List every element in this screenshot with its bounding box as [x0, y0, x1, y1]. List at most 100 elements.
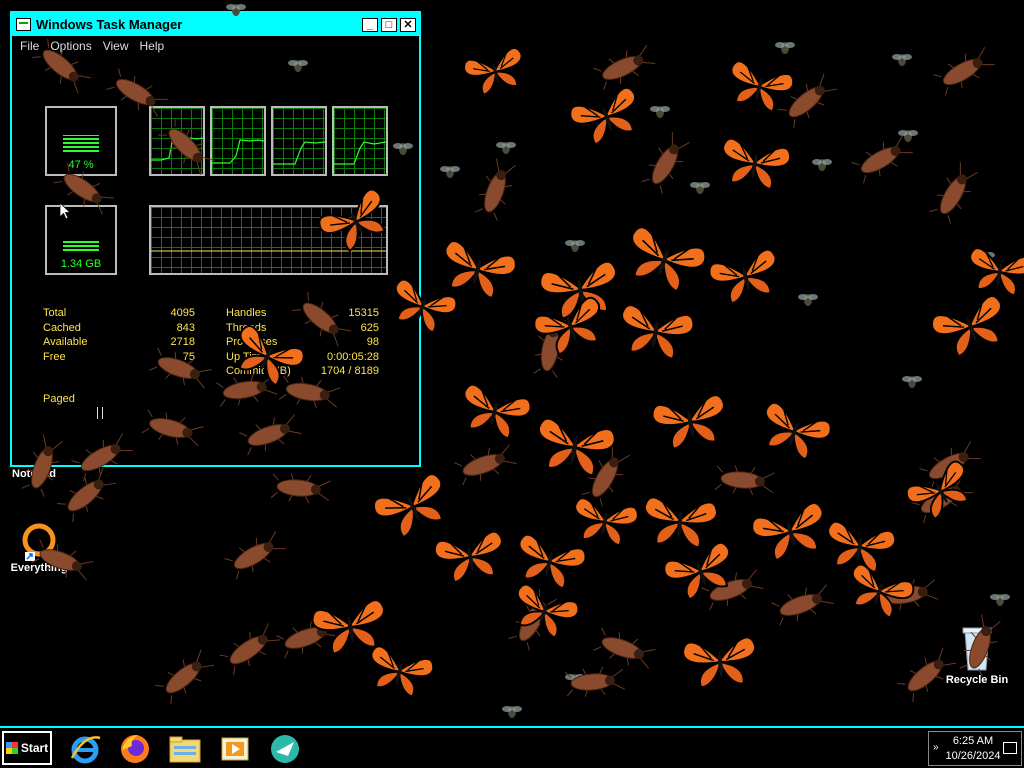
close-button[interactable]: ✕ — [400, 17, 416, 32]
task-manager-window[interactable]: Windows Task Manager _ □ ✕ File Options … — [10, 11, 421, 467]
stat-uptime-value: 0:00:05:28 — [327, 351, 379, 363]
butterfly-decoration — [433, 530, 503, 584]
butterfly-decoration — [681, 636, 757, 689]
stat-available-label: Available — [43, 336, 88, 348]
butterfly-decoration — [651, 394, 725, 451]
start-button[interactable]: Start — [2, 731, 52, 765]
fly-decoration — [902, 376, 922, 388]
maximize-button[interactable]: □ — [381, 17, 397, 32]
clock-date: 10/26/2024 — [945, 750, 1001, 762]
cpu-usage-bars — [63, 114, 99, 154]
fly-decoration — [496, 142, 516, 154]
cockroach-decoration — [508, 589, 557, 651]
desktop-icon-notepad[interactable]: Notepad — [4, 468, 64, 480]
fly-decoration — [690, 182, 710, 194]
cpu-history-graph-2 — [210, 106, 266, 176]
clock-time: 6:25 AM — [952, 735, 994, 747]
stat-available-value: 2718 — [170, 336, 195, 348]
mouse-cursor — [60, 203, 72, 220]
stat-threads-value: 625 — [360, 322, 379, 334]
cockroach-decoration — [270, 473, 331, 504]
butterfly-decoration — [663, 541, 731, 601]
fly-decoration — [892, 54, 912, 66]
desktop-icon-everything[interactable]: Everything — [6, 522, 72, 574]
cockroach-decoration — [533, 316, 567, 378]
file-explorer-icon[interactable] — [168, 732, 202, 766]
cpu-history-graph-3 — [271, 106, 327, 176]
butterfly-decoration — [538, 260, 618, 320]
desktop-icon-recycle-bin[interactable]: Recycle Bin — [940, 624, 1014, 686]
cockroach-decoration — [701, 569, 764, 611]
cockroach-decoration — [877, 578, 939, 612]
fly-decoration — [798, 294, 818, 306]
cockroach-decoration — [454, 444, 517, 486]
stat-processes-value: 98 — [366, 336, 379, 348]
title-bar[interactable]: Windows Task Manager _ □ ✕ — [12, 13, 419, 36]
butterfly-decoration — [311, 599, 385, 656]
fly-decoration — [440, 166, 460, 178]
browser-icon[interactable] — [268, 732, 302, 766]
butterfly-decoration — [569, 86, 637, 146]
taskbar: Start » 6:25 AM 10/26/2024 — [0, 726, 1024, 768]
butterfly-decoration — [930, 295, 1003, 358]
butterfly-decoration — [827, 520, 897, 574]
fly-decoration — [650, 106, 670, 118]
cockroach-decoration — [219, 623, 280, 675]
window-title: Windows Task Manager — [36, 17, 183, 32]
stat-paged-label: Paged — [43, 393, 75, 405]
stat-cached-value: 843 — [176, 322, 195, 334]
butterfly-decoration — [574, 497, 639, 547]
firefox-icon[interactable] — [118, 732, 152, 766]
cockroach-decoration — [276, 617, 339, 659]
cockroach-decoration — [593, 627, 656, 669]
menu-view[interactable]: View — [103, 39, 129, 53]
fly-decoration — [565, 674, 585, 686]
stat-commit-label: Commit (MB) — [226, 365, 291, 377]
stat-commit-value: 1704 / 8189 — [320, 365, 379, 377]
butterfly-decoration — [764, 401, 832, 461]
butterfly-decoration — [621, 304, 695, 361]
butterfly-decoration — [643, 496, 719, 549]
menu-bar: File Options View Help — [12, 36, 419, 56]
task-manager-icon — [16, 18, 31, 31]
menu-help[interactable]: Help — [140, 39, 165, 53]
media-player-icon[interactable] — [218, 732, 252, 766]
resize-grip[interactable] — [97, 407, 103, 419]
menu-options[interactable]: Options — [50, 39, 91, 53]
network-icon[interactable] — [1003, 742, 1017, 754]
butterfly-decoration — [751, 501, 824, 562]
butterfly-decoration — [370, 645, 435, 698]
cockroach-decoration — [851, 135, 913, 184]
cockroach-decoration — [155, 649, 215, 704]
butterfly-decoration — [730, 60, 795, 113]
stat-cached-label: Cached — [43, 322, 81, 334]
cpu-history-graph-4 — [332, 106, 388, 176]
cockroach-decoration — [933, 47, 995, 96]
cockroach-decoration — [593, 45, 656, 91]
cockroach-decoration — [778, 73, 838, 128]
butterfly-decoration — [463, 47, 523, 96]
start-label: Start — [20, 741, 49, 755]
show-hidden-icons-icon[interactable]: » — [933, 742, 939, 753]
butterfly-decoration — [444, 239, 517, 300]
fly-decoration — [990, 594, 1010, 606]
cockroach-decoration — [581, 445, 630, 507]
butterfly-decoration — [851, 563, 915, 619]
butterfly-decoration — [708, 248, 777, 305]
stat-handles-label: Handles — [226, 307, 267, 319]
cockroach-decoration — [929, 162, 978, 224]
stat-uptime-label: Up Time — [226, 351, 267, 363]
stat-handles-value: 15315 — [348, 307, 379, 319]
minimize-button[interactable]: _ — [362, 17, 378, 32]
stat-threads-label: Threads — [226, 322, 267, 334]
system-tray[interactable]: » 6:25 AM 10/26/2024 — [928, 731, 1022, 766]
butterfly-decoration — [516, 583, 580, 639]
butterfly-decoration — [905, 460, 969, 520]
internet-explorer-icon[interactable] — [68, 732, 102, 766]
recycle-bin-icon — [962, 627, 992, 671]
fly-decoration — [775, 42, 795, 54]
butterfly-decoration — [630, 226, 707, 293]
menu-file[interactable]: File — [20, 39, 39, 53]
cockroach-decoration — [474, 158, 516, 221]
stat-total-value: 4095 — [170, 307, 195, 319]
